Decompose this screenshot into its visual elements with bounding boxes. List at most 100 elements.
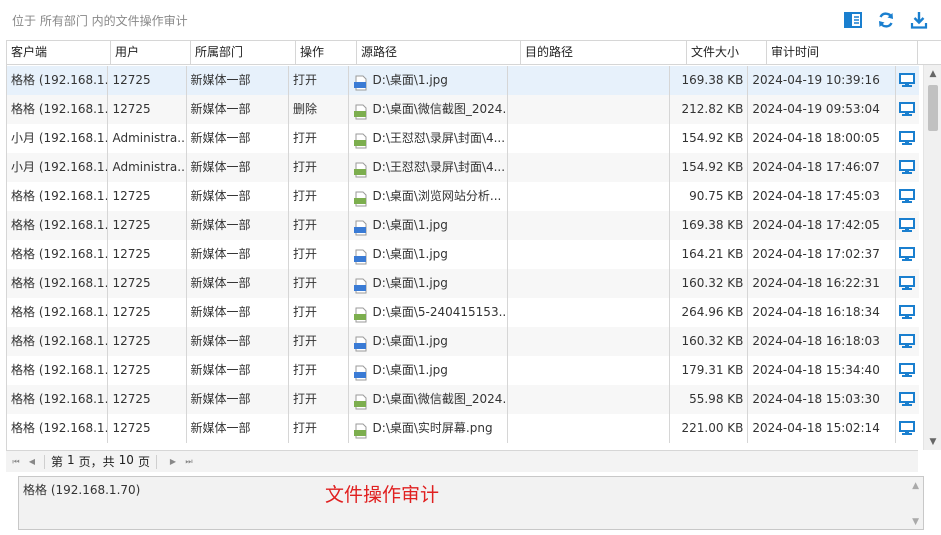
- client-cell: 小月 (192.168.1...: [7, 124, 109, 153]
- source-path-text: D:\桌面\1.jpg: [372, 73, 448, 87]
- audit-time-cell: 2024-04-19 10:39:16: [748, 66, 896, 95]
- table-row[interactable]: 格格 (192.168.1... 12725 新媒体一部 打开 D:\桌面\1.jpg 1…: [7, 211, 919, 240]
- operation-cell: 打开: [289, 182, 349, 211]
- view-screen-icon[interactable]: [896, 66, 919, 95]
- audit-time-cell: 2024-04-18 17:45:03: [748, 182, 896, 211]
- panel-icon[interactable]: [843, 10, 863, 30]
- next-page-icon[interactable]: ▶: [167, 456, 179, 468]
- user-cell: Administra...: [108, 124, 187, 153]
- view-screen-icon[interactable]: [896, 95, 919, 124]
- last-page-icon[interactable]: ⏭: [183, 456, 195, 468]
- table-row[interactable]: 格格 (192.168.1... 12725 新媒体一部 打开 D:\桌面\1.jpg 1…: [7, 269, 919, 298]
- audit-time-cell: 2024-04-18 16:22:31: [748, 269, 896, 298]
- client-cell: 格格 (192.168.1...: [7, 240, 109, 269]
- prev-page-icon[interactable]: ◀: [26, 456, 38, 468]
- column-header-audit-time[interactable]: 审计时间: [767, 41, 918, 65]
- operation-cell: 打开: [289, 269, 349, 298]
- operation-cell: 删除: [289, 95, 349, 124]
- operation-cell: 打开: [289, 385, 349, 414]
- department-cell: 新媒体一部: [187, 66, 289, 95]
- page-middle: 页，共: [78, 455, 115, 469]
- table-header: 客户端 用户 所属部门 操作 源路径 目的路径 文件大小 审计时间: [7, 41, 941, 65]
- view-screen-icon[interactable]: [896, 414, 919, 443]
- source-path-cell: D:\桌面\浏览网站分析...: [349, 182, 509, 211]
- source-path-text: D:\桌面\5-240415153...: [372, 305, 509, 319]
- target-path-cell: [508, 414, 671, 443]
- source-path-text: D:\桌面\1.jpg: [372, 334, 448, 348]
- detail-scroll-up-icon[interactable]: ▲: [912, 481, 919, 491]
- view-screen-icon[interactable]: [896, 269, 919, 298]
- view-screen-icon[interactable]: [896, 211, 919, 240]
- source-path-cell: D:\桌面\1.jpg: [349, 327, 509, 356]
- column-header-target-path[interactable]: 目的路径: [521, 41, 687, 65]
- refresh-icon[interactable]: [876, 10, 896, 30]
- user-cell: 12725: [108, 414, 187, 443]
- page-indicator: 第 1 页，共 10 页: [51, 453, 150, 470]
- operation-cell: 打开: [289, 240, 349, 269]
- table-row[interactable]: 格格 (192.168.1... 12725 新媒体一部 打开 D:\桌面\1.jpg 1…: [7, 240, 919, 269]
- source-path-cell: D:\桌面\1.jpg: [349, 211, 509, 240]
- table-row[interactable]: 小月 (192.168.1... Administra... 新媒体一部 打开 D:\王…: [7, 153, 919, 182]
- client-cell: 格格 (192.168.1...: [7, 95, 109, 124]
- detail-scroll-down-icon[interactable]: ▼: [912, 517, 919, 527]
- file-size-cell: 154.92 KB: [670, 153, 749, 182]
- department-cell: 新媒体一部: [187, 240, 289, 269]
- view-screen-icon[interactable]: [896, 356, 919, 385]
- audit-time-cell: 2024-04-18 15:02:14: [748, 414, 896, 443]
- column-header-source-path[interactable]: 源路径: [357, 41, 521, 65]
- audit-time-cell: 2024-04-18 17:02:37: [748, 240, 896, 269]
- file-size-cell: 160.32 KB: [670, 327, 749, 356]
- table-row[interactable]: 格格 (192.168.1... 12725 新媒体一部 打开 D:\桌面\浏览网站分析…: [7, 182, 919, 211]
- file-size-cell: 90.75 KB: [670, 182, 749, 211]
- client-cell: 格格 (192.168.1...: [7, 182, 109, 211]
- scroll-down-icon[interactable]: ▼: [924, 433, 941, 450]
- column-header-department[interactable]: 所属部门: [191, 41, 296, 65]
- source-path-text: D:\桌面\1.jpg: [372, 247, 448, 261]
- column-header-operation[interactable]: 操作: [296, 41, 357, 65]
- jpg-file-icon: [353, 218, 369, 235]
- file-size-cell: 169.38 KB: [670, 211, 749, 240]
- client-cell: 格格 (192.168.1...: [7, 66, 109, 95]
- column-header-file-size[interactable]: 文件大小: [687, 41, 767, 65]
- table-row[interactable]: 格格 (192.168.1... 12725 新媒体一部 删除 D:\桌面\微信截图_2…: [7, 95, 919, 124]
- vertical-scrollbar[interactable]: ▲ ▼: [923, 65, 941, 450]
- table-row[interactable]: 格格 (192.168.1... 12725 新媒体一部 打开 D:\桌面\微信截图_2…: [7, 385, 919, 414]
- table-row[interactable]: 格格 (192.168.1... 12725 新媒体一部 打开 D:\桌面\5-2404…: [7, 298, 919, 327]
- scroll-thumb[interactable]: [928, 85, 938, 131]
- view-screen-icon[interactable]: [896, 182, 919, 211]
- audit-time-cell: 2024-04-18 17:46:07: [748, 153, 896, 182]
- view-screen-icon[interactable]: [896, 385, 919, 414]
- table-row[interactable]: 格格 (192.168.1... 12725 新媒体一部 打开 D:\桌面\1.jpg 1…: [7, 66, 919, 95]
- table-row[interactable]: 小月 (192.168.1... Administra... 新媒体一部 打开 D:\王…: [7, 124, 919, 153]
- client-cell: 格格 (192.168.1...: [7, 414, 109, 443]
- download-icon[interactable]: [909, 10, 929, 30]
- view-screen-icon[interactable]: [896, 240, 919, 269]
- user-cell: Administra...: [108, 153, 187, 182]
- view-screen-icon[interactable]: [896, 298, 919, 327]
- table-row[interactable]: 格格 (192.168.1... 12725 新媒体一部 打开 D:\桌面\1.jpg 1…: [7, 327, 919, 356]
- column-header-user[interactable]: 用户: [111, 41, 191, 65]
- file-size-cell: 264.96 KB: [670, 298, 749, 327]
- target-path-cell: [508, 240, 671, 269]
- file-size-cell: 179.31 KB: [670, 356, 749, 385]
- table-row[interactable]: 格格 (192.168.1... 12725 新媒体一部 打开 D:\桌面\1.jpg 1…: [7, 356, 919, 385]
- view-screen-icon[interactable]: [896, 327, 919, 356]
- jpg-file-icon: [353, 363, 369, 380]
- user-cell: 12725: [108, 211, 187, 240]
- source-path-text: D:\桌面\浏览网站分析...: [372, 189, 502, 203]
- view-screen-icon[interactable]: [896, 153, 919, 182]
- client-cell: 格格 (192.168.1...: [7, 211, 109, 240]
- view-screen-icon[interactable]: [896, 124, 919, 153]
- target-path-cell: [508, 211, 671, 240]
- scroll-up-icon[interactable]: ▲: [924, 65, 941, 83]
- file-size-cell: 164.21 KB: [670, 240, 749, 269]
- column-header-client[interactable]: 客户端: [7, 41, 111, 65]
- user-cell: 12725: [108, 385, 187, 414]
- column-header-extra: [918, 41, 941, 65]
- location-text: 位于 所有部门 内的文件操作审计: [12, 14, 188, 28]
- operation-cell: 打开: [289, 298, 349, 327]
- department-cell: 新媒体一部: [187, 211, 289, 240]
- table-row[interactable]: 格格 (192.168.1... 12725 新媒体一部 打开 D:\桌面\实时屏幕.p…: [7, 414, 919, 443]
- first-page-icon[interactable]: ⏮: [10, 456, 22, 468]
- target-path-cell: [508, 327, 671, 356]
